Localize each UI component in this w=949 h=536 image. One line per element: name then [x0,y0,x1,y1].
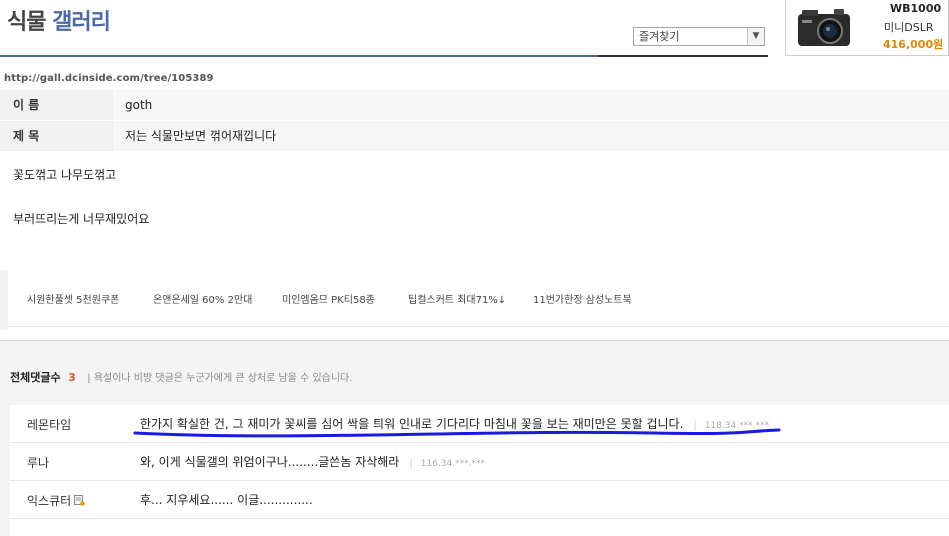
comment-row: 루나 와, 이게 식물갤의 위엄이구나........글쓴놈 자삭해라 | 116.… [10,443,949,481]
camera-ad[interactable]: WB1000 미니DSLR 416,000원 [785,0,949,56]
ad-type: 미니DSLR [884,21,934,34]
comment-author[interactable]: 익스큐터 [27,492,85,509]
comment-author-name: 익스큐터 [27,494,72,508]
comment-author[interactable]: 루나 [27,454,49,471]
ad-price: 416,000원 [883,38,944,51]
comment-count-title: 전체댓글수 [10,371,61,384]
ad-model: WB1000 [890,2,942,15]
chevron-down-icon[interactable]: ▼ [747,28,764,45]
separator: | [409,458,413,469]
comment-text: 후... 지우세요...... 이글.............. [140,493,313,507]
ad-links-gutter [0,270,8,330]
ad-link[interactable]: 온앤온세일 60% 2만대 [153,291,252,306]
comment-author[interactable]: 레몬타임 [27,416,71,433]
post-subject: 저는 식물만보면 꺾어재낍니다 [115,121,949,151]
comment-ip: 116.34.***.*** [420,459,485,469]
name-label: 이 름 [0,90,114,120]
comment-count: 3 [68,371,76,384]
camera-image [798,9,850,46]
ad-link[interactable]: 미인엠옴므 PK티58종 [282,291,375,306]
comment-header: 전체댓글수 3 | 욕설이나 비방 댓글은 누군가에게 큰 상처로 남을 수 있… [10,369,352,385]
subject-row: 제 목 저는 식물만보면 꺾어재낍니다 [0,121,949,151]
header-divider-dark [598,55,768,57]
ad-link[interactable]: 시원한풀셋 5천원쿠폰 [27,291,119,306]
post-content-line: 부러뜨리는게 너무재밌어요 [13,212,150,226]
ad-link[interactable]: 11번가한정 삼성노트북 [533,291,632,306]
gallery-title[interactable]: 식물 갤러리 [7,4,111,36]
comment-body: 후... 지우세요...... 이글.............. [140,491,313,508]
header-divider [0,55,598,57]
author-name[interactable]: goth [115,90,949,120]
subject-label: 제 목 [0,121,114,151]
ad-link[interactable]: 팁컬스커트 최대71%↓ [408,291,506,306]
comment-row: 익스큐터 후... 지우세요...... 이글.............. [10,481,949,519]
underline-annotation [133,428,781,438]
comment-notice: | 욕설이나 비방 댓글은 누군가에게 큰 상처로 남을 수 있습니다. [87,373,353,384]
gallery-title-part1: 식물 [7,10,46,35]
comment-body: 와, 이게 식물갤의 위엄이구나........글쓴놈 자삭해라 | 116.34.… [140,453,485,470]
memo-icon [74,495,85,506]
gallery-title-part2: 갤러리 [52,10,111,35]
favorites-dropdown-value: 즐겨찾기 [639,30,680,43]
name-row: 이 름 goth [0,90,949,120]
comment-text: 와, 이게 식물갤의 위엄이구나........글쓴놈 자삭해라 [140,455,400,469]
post-content-line: 꽃도꺾고 나무도꺾고 [13,168,117,182]
favorites-dropdown[interactable]: 즐겨찾기 ▼ [633,27,765,46]
ad-links-bar: 시원한풀셋 5천원쿠폰 온앤온세일 60% 2만대 미인엠옴므 PK티58종 팁… [8,276,949,327]
post-url[interactable]: http://gall.dcinside.com/tree/105389 [4,73,214,84]
